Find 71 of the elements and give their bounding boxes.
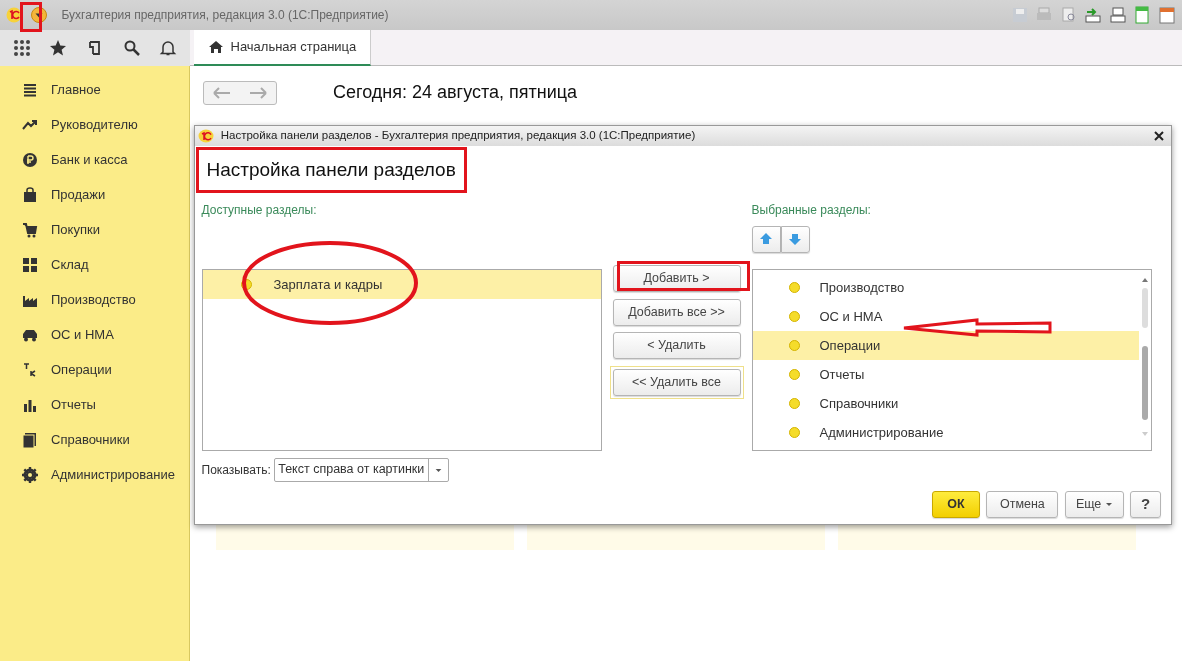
list-item[interactable]: Администрирование — [752, 417, 1139, 447]
books-icon — [22, 432, 38, 448]
calculator-icon[interactable] — [1133, 6, 1151, 24]
action-button[interactable]: Добавить все >> — [612, 298, 741, 326]
home-tab[interactable]: Начальная страница — [194, 30, 372, 66]
nav-buttons[interactable] — [203, 80, 277, 105]
section-label: Выбранные разделы: — [751, 202, 872, 219]
sidebar-item[interactable]: Продажи — [0, 177, 189, 213]
app-logo-icon — [198, 129, 215, 143]
ruble-coin-icon — [22, 152, 38, 168]
action-button[interactable]: << Удалить все — [612, 368, 741, 396]
sidebar-item[interactable]: Операции — [0, 352, 189, 388]
ok-button[interactable]: ОК — [931, 490, 980, 518]
sidebar-item[interactable]: Справочники — [0, 422, 189, 458]
status-dot — [788, 397, 800, 409]
display-mode-dropdown[interactable]: Текст справа от картинки — [273, 457, 449, 482]
list-item[interactable]: Операции — [752, 330, 1139, 360]
gear-icon — [22, 467, 38, 483]
bar-chart-icon — [22, 397, 38, 413]
list-item[interactable]: Отчеты — [752, 359, 1139, 389]
annotation-box — [20, 2, 42, 32]
status-dot — [788, 310, 800, 322]
section-label: Доступные разделы: — [201, 202, 318, 219]
more-button[interactable]: Еще — [1064, 490, 1124, 518]
help-button[interactable]: ? — [1130, 490, 1162, 518]
cancel-button[interactable]: Отмена — [986, 490, 1059, 518]
action-button[interactable]: < Удалить — [612, 332, 741, 359]
import-icon[interactable] — [1084, 6, 1102, 24]
preview-icon[interactable] — [1059, 6, 1078, 24]
sidebar-item[interactable]: Склад — [0, 247, 189, 283]
sidebar-item[interactable]: Отчеты — [0, 387, 189, 423]
field-label: Показывать: — [201, 461, 271, 479]
up-arrow-icon — [759, 232, 773, 247]
dropdown-menu-icon[interactable] — [30, 7, 47, 23]
sidebar-item[interactable]: Администрирование — [0, 457, 189, 493]
action-button[interactable]: Добавить > — [612, 265, 741, 292]
export-icon[interactable] — [1108, 6, 1127, 24]
move-up-button[interactable] — [751, 225, 781, 253]
status-dot — [788, 281, 800, 293]
list-item[interactable]: Производство — [752, 272, 1139, 302]
calendar-icon[interactable] — [1157, 6, 1176, 24]
page-heading: Сегодня: 24 августа, пятница — [333, 81, 578, 104]
list-icon — [22, 82, 38, 98]
list-item[interactable]: ОС и НМА — [752, 301, 1139, 331]
dialog-heading: Настройка панели разделов — [205, 157, 457, 182]
bag-icon — [22, 187, 38, 203]
move-down-button[interactable] — [780, 225, 810, 253]
window-title: Бухгалтерия предприятия, редакция 3.0 (1С:Предприятие) — [61, 7, 389, 24]
star-icon[interactable] — [49, 39, 68, 57]
down-arrow-icon — [788, 232, 802, 247]
car-icon — [22, 327, 38, 343]
status-dot — [788, 339, 800, 351]
status-dot — [788, 368, 800, 380]
sidebar-item[interactable]: Покупки — [0, 212, 189, 248]
grid-icon — [22, 257, 38, 273]
search-icon[interactable] — [122, 39, 141, 57]
cart-icon — [22, 222, 38, 238]
close-icon[interactable] — [1152, 130, 1165, 142]
caret-icon — [1104, 500, 1113, 508]
sidebar-item[interactable]: Производство — [0, 282, 189, 318]
app-logo-icon — [6, 7, 22, 23]
sidebar-item[interactable]: Главное — [0, 72, 189, 108]
home-icon — [208, 39, 224, 55]
sidebar-item[interactable]: ОС и НМА — [0, 317, 189, 353]
status-dot — [788, 426, 800, 438]
list-item[interactable]: Справочники — [752, 388, 1139, 418]
sidebar-item[interactable]: Банк и касса — [0, 142, 189, 178]
bell-icon[interactable] — [159, 39, 178, 57]
sidebar-item[interactable]: Руководителю — [0, 107, 189, 143]
dialog-title: Настройка панели разделов - Бухгалтерия предприятия, редакция 3.0 (1С:Предприятие) — [220, 128, 696, 144]
apps-grid-icon[interactable] — [12, 39, 31, 57]
